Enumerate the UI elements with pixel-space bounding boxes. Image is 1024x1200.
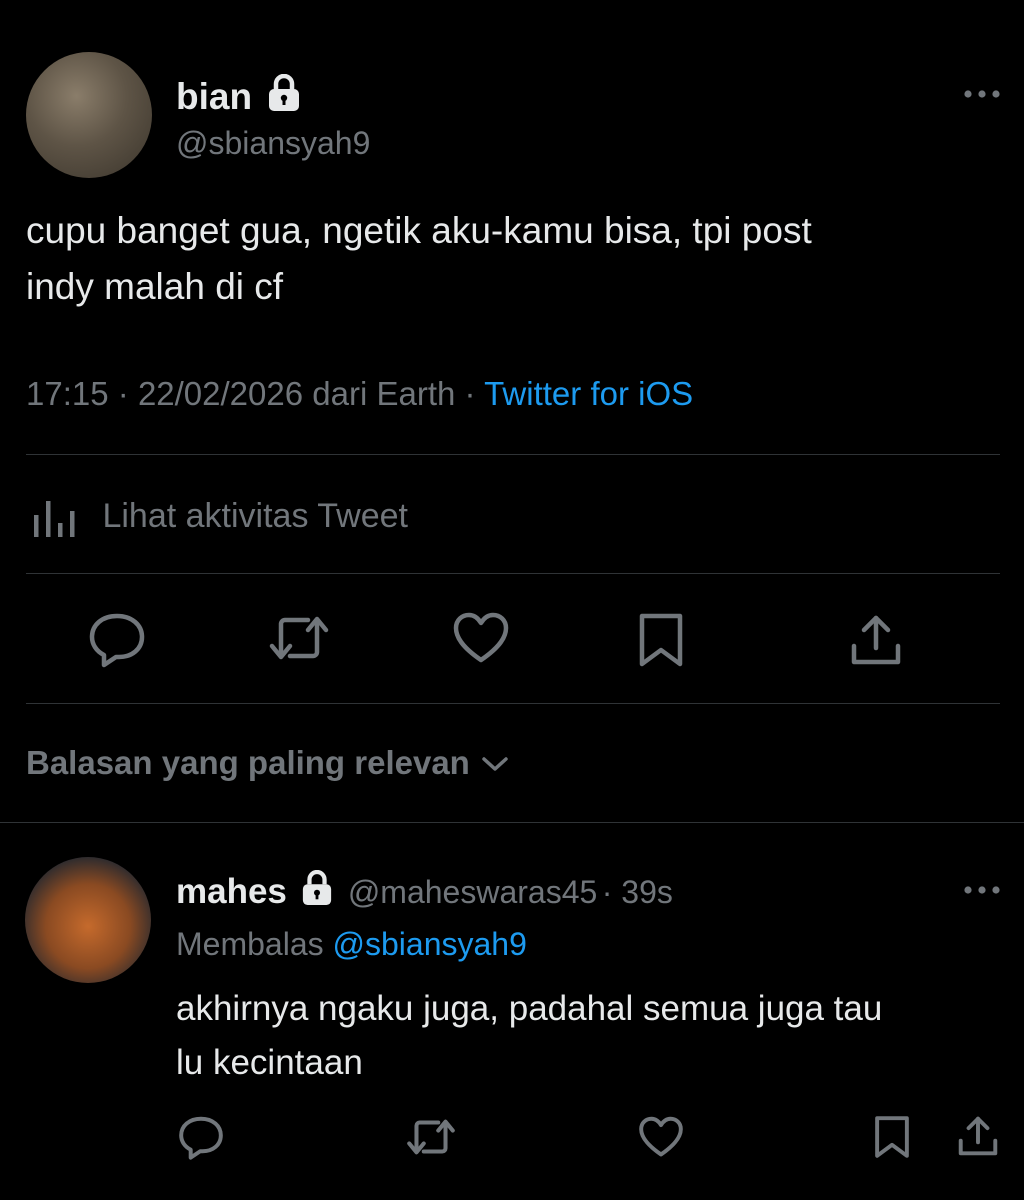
divider (26, 454, 1000, 455)
reply-header: mahes @maheswaras45 · 39s (176, 869, 673, 912)
tweet-source-link[interactable]: Twitter for iOS (484, 375, 693, 412)
share-icon[interactable] (848, 612, 904, 668)
divider (0, 822, 1024, 823)
tweet-text: cupu banget gua, ngetik aku-kamu bisa, t… (26, 203, 986, 315)
reply-text: akhirnya ngaku juga, padahal semua juga … (176, 982, 996, 1090)
bookmark-icon[interactable] (638, 612, 684, 668)
bookmark-icon[interactable] (874, 1114, 910, 1160)
divider (26, 573, 1000, 574)
reply-icon[interactable] (88, 610, 146, 668)
retweet-icon[interactable] (268, 612, 330, 664)
sort-label: Balasan yang paling relevan (26, 744, 470, 781)
tweet-location: dari Earth (312, 375, 456, 412)
author-display-name[interactable]: bian (176, 76, 252, 117)
lock-icon (268, 74, 299, 111)
more-icon[interactable] (963, 88, 1001, 100)
replying-to: Membalas @sbiansyah9 (176, 926, 527, 963)
divider (26, 703, 1000, 704)
author-avatar[interactable] (26, 52, 152, 178)
reply-author-display-name[interactable]: mahes (176, 872, 287, 911)
retweet-icon[interactable] (406, 1116, 456, 1158)
tweet-date: 22/02/2026 (137, 375, 304, 412)
replying-mention[interactable]: @sbiansyah9 (333, 926, 527, 962)
tweet-text-line: cupu banget gua, ngetik aku-kamu bisa, t… (26, 210, 812, 251)
reply-text-line: lu kecintaan (176, 1043, 363, 1082)
more-icon[interactable] (963, 884, 1001, 896)
meta-separator: · (601, 874, 622, 910)
meta-separator: · (464, 375, 485, 412)
tweet-meta: 17:15 · 22/02/2026 dari Earth · Twitter … (26, 375, 693, 413)
bar-chart-icon (34, 501, 75, 537)
meta-separator: · (117, 375, 138, 412)
chevron-down-icon (482, 757, 509, 771)
reply-icon[interactable] (178, 1114, 224, 1160)
tweet-text-line: indy malah di cf (26, 266, 284, 307)
author-handle[interactable]: @sbiansyah9 (176, 125, 370, 162)
reply-author-handle[interactable]: @maheswaras45 (348, 874, 597, 910)
replying-prefix: Membalas (176, 926, 324, 962)
tweet-activity-link[interactable]: Lihat aktivitas Tweet (30, 493, 408, 539)
lock-icon (303, 869, 332, 905)
heart-icon[interactable] (638, 1116, 684, 1158)
activity-label: Lihat aktivitas Tweet (102, 496, 408, 535)
share-icon[interactable] (956, 1114, 1000, 1158)
reply-sort-dropdown[interactable]: Balasan yang paling relevan (26, 744, 510, 782)
heart-icon[interactable] (452, 612, 510, 664)
reply-age[interactable]: 39s (621, 874, 673, 910)
reply-author-avatar[interactable] (25, 857, 151, 983)
author-name-row[interactable]: bian (176, 74, 301, 118)
reply-text-line: akhirnya ngaku juga, padahal semua juga … (176, 989, 883, 1028)
tweet-time: 17:15 (26, 375, 109, 412)
